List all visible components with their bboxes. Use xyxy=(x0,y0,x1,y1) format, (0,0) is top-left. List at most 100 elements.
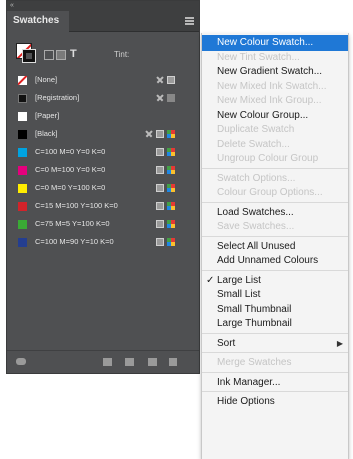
menu-item-label: Swatch Options... xyxy=(217,172,296,184)
process-color-icon xyxy=(156,148,164,156)
swatch-row[interactable]: [None] xyxy=(7,71,199,89)
lock-icon xyxy=(167,76,175,84)
menu-separator xyxy=(202,352,348,353)
menu-item-label: New Gradient Swatch... xyxy=(217,66,323,77)
process-color-icon xyxy=(156,220,164,228)
menu-item-label: Large Thumbnail xyxy=(217,318,292,329)
non-editable-icon xyxy=(156,94,164,102)
swatch-name: [Black] xyxy=(35,129,58,138)
swatch-name: C=0 M=0 Y=100 K=0 xyxy=(35,183,106,192)
swatch-color-chip xyxy=(18,112,27,121)
swatch-color-chip xyxy=(18,76,27,85)
panel-menu-icon[interactable] xyxy=(185,17,194,25)
new-swatch-icon[interactable] xyxy=(125,358,134,366)
menu-item-sort[interactable]: Sort ▶ xyxy=(202,336,348,352)
menu-item-colour-group-options: Colour Group Options... xyxy=(202,185,348,201)
menu-item-label: Save Swatches... xyxy=(217,221,295,232)
menu-separator xyxy=(202,391,348,392)
swatch-row[interactable]: C=75 M=5 Y=100 K=0 xyxy=(7,215,199,233)
formatting-frame-icon[interactable] xyxy=(56,50,66,60)
menu-separator xyxy=(202,201,348,203)
panel-top-strip[interactable]: « xyxy=(7,1,199,11)
swatch-row[interactable]: C=15 M=100 Y=100 K=0 xyxy=(7,197,199,215)
menu-item-label: Colour Group Options... xyxy=(217,187,323,198)
menu-item-ink-manager[interactable]: Ink Manager... xyxy=(202,375,348,391)
menu-item-label: Load Swatches... xyxy=(217,206,294,218)
swatch-color-chip xyxy=(18,238,27,247)
menu-item-add-unnamed-colours[interactable]: Add Unnamed Colours xyxy=(202,253,348,269)
swatch-name: [Registration] xyxy=(35,93,80,102)
swatch-name: C=75 M=5 Y=100 K=0 xyxy=(35,219,110,228)
swatch-row[interactable]: [Black] xyxy=(7,125,199,143)
process-color-icon xyxy=(156,130,164,138)
menu-item-ungroup-colour-group: Ungroup Colour Group xyxy=(202,151,348,167)
menu-item-label: New Tint Swatch... xyxy=(217,51,300,63)
cmyk-mode-icon xyxy=(167,220,175,228)
swatch-color-chip xyxy=(18,184,27,193)
menu-item-label: Duplicate Swatch xyxy=(217,124,295,135)
fill-stroke-icon[interactable] xyxy=(16,43,36,63)
new-swatch-icon[interactable] xyxy=(148,358,157,366)
swatch-name: C=15 M=100 Y=100 K=0 xyxy=(35,201,118,210)
menu-separator xyxy=(202,332,348,334)
swatch-row[interactable]: C=0 M=100 Y=0 K=0 xyxy=(7,161,199,179)
registration-icon xyxy=(167,94,175,102)
menu-separator xyxy=(202,371,348,373)
panel-tab-bar: Swatches xyxy=(7,11,199,32)
menu-item-save-swatches: Save Swatches... xyxy=(202,219,348,235)
menu-item-label: New Mixed Ink Group... xyxy=(217,95,322,106)
cmyk-mode-icon xyxy=(167,166,175,174)
swatch-row[interactable]: C=0 M=0 Y=100 K=0 xyxy=(7,179,199,197)
menu-item-label: Small List xyxy=(217,289,261,300)
swatch-row[interactable]: C=100 M=0 Y=0 K=0 xyxy=(7,143,199,161)
formatting-container-icon[interactable] xyxy=(44,50,54,60)
menu-item-label: Ungroup Colour Group xyxy=(217,153,319,164)
panel-flyout-menu: New Colour Swatch... New Tint Swatch... Ne… xyxy=(201,33,349,459)
process-color-icon xyxy=(156,184,164,192)
menu-item-label: New Colour Group... xyxy=(217,109,309,121)
non-editable-icon xyxy=(145,130,153,138)
menu-item-hide-options[interactable]: Hide Options xyxy=(202,394,348,410)
process-color-icon xyxy=(156,202,164,210)
swatches-toolbar: T Tint: xyxy=(7,33,199,63)
menu-separator xyxy=(202,235,348,237)
cmyk-mode-icon xyxy=(167,130,175,138)
swatch-color-chip xyxy=(18,130,27,139)
menu-item-label: Large List xyxy=(217,274,261,286)
menu-item-label: New Mixed Ink Swatch... xyxy=(217,80,327,92)
menu-item-label: Sort xyxy=(217,337,236,349)
cmyk-mode-icon xyxy=(167,184,175,192)
formatting-text-icon[interactable]: T xyxy=(70,48,77,60)
delete-swatch-icon[interactable] xyxy=(169,358,177,366)
stroke-box-icon[interactable] xyxy=(22,49,36,63)
swatch-name: C=0 M=100 Y=0 K=0 xyxy=(35,165,106,174)
menu-item-label: Select All Unused xyxy=(217,240,296,252)
swatch-color-chip xyxy=(18,148,27,157)
swatch-color-chip xyxy=(18,220,27,229)
menu-item-label: Ink Manager... xyxy=(217,376,281,388)
swatch-name: [None] xyxy=(35,75,58,84)
menu-item-merge-swatches: Merge Swatches xyxy=(202,355,348,371)
swatch-list: [None] [Registration] [Paper] [Black] C=100 … xyxy=(7,71,199,251)
non-editable-icon xyxy=(156,76,164,84)
swatch-row[interactable]: [Paper] xyxy=(7,107,199,125)
swatch-row[interactable]: [Registration] xyxy=(7,89,199,107)
menu-item-label: Hide Options xyxy=(217,396,275,407)
cmyk-mode-icon xyxy=(167,238,175,246)
menu-item-large-thumbnail[interactable]: Large Thumbnail xyxy=(202,316,348,332)
panel-bottom-bar xyxy=(7,350,199,373)
collapse-arrows-icon[interactable]: « xyxy=(10,2,14,10)
menu-separator xyxy=(202,167,348,169)
swatch-row[interactable]: C=100 M=90 Y=10 K=0 xyxy=(7,233,199,251)
new-color-group-icon[interactable] xyxy=(103,358,112,366)
submenu-arrow-icon: ▶ xyxy=(336,338,343,348)
cmyk-mode-icon xyxy=(167,202,175,210)
menu-item-label: Delete Swatch... xyxy=(217,138,290,150)
menu-item-label: Merge Swatches xyxy=(217,357,292,368)
tab-swatches[interactable]: Swatches xyxy=(7,11,69,32)
swatches-panel: « Swatches T Tint: [None] [Registration][… xyxy=(6,0,200,374)
swatch-color-chip xyxy=(18,94,27,103)
tint-label: Tint: xyxy=(114,50,130,59)
swatch-name: C=100 M=90 Y=10 K=0 xyxy=(35,237,114,246)
show-swatch-kinds-icon[interactable] xyxy=(16,358,26,365)
